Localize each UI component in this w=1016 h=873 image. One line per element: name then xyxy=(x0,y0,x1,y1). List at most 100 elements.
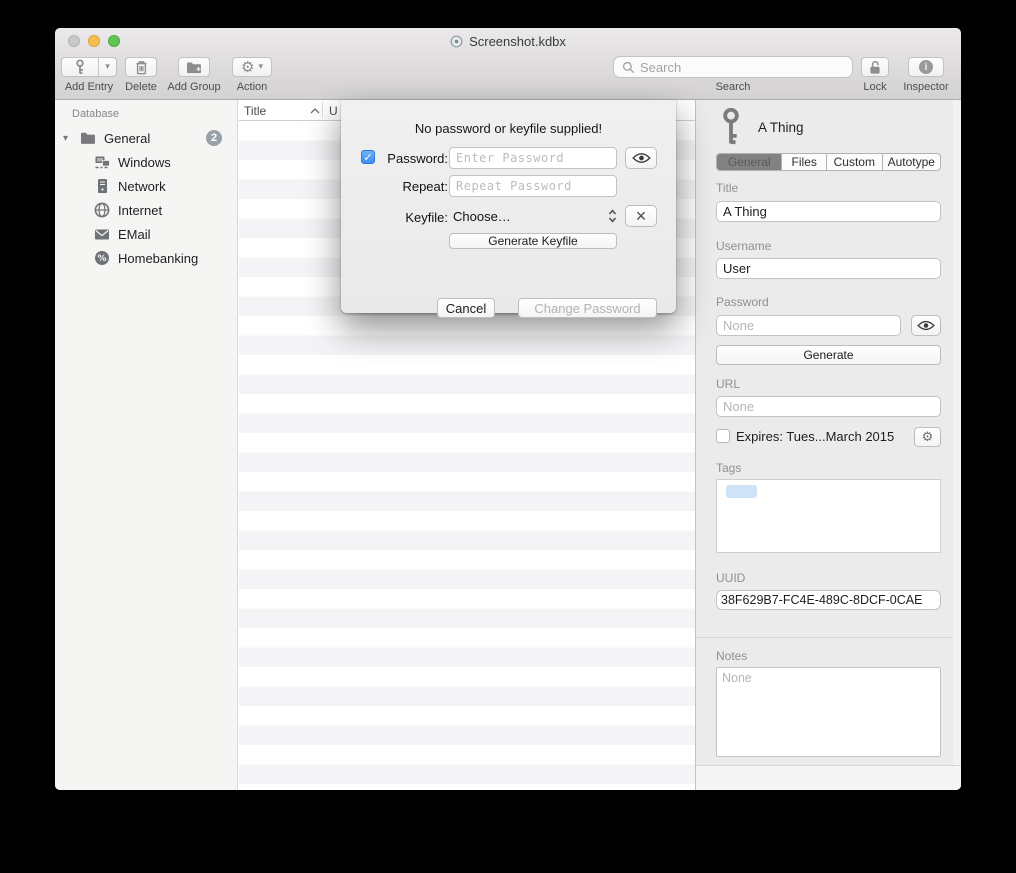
document-proxy-icon xyxy=(450,35,463,48)
sidebar-item-network[interactable]: Network xyxy=(55,176,237,196)
sidebar-item-label: Internet xyxy=(118,203,162,218)
expires-label: Expires: Tues...March 2015 xyxy=(736,429,894,444)
sidebar-item-label: Windows xyxy=(118,155,171,170)
key-icon xyxy=(718,108,744,146)
folder-plus-icon xyxy=(186,61,202,74)
sidebar-item-homebanking[interactable]: % Homebanking xyxy=(55,248,237,268)
password-field-label: Password xyxy=(716,295,769,309)
dialog-keyfile-label: Keyfile: xyxy=(378,210,448,225)
keyfile-popup-value: Choose… xyxy=(449,209,608,224)
tags-field[interactable] xyxy=(716,479,941,553)
action-label: Action xyxy=(232,81,272,93)
stepper-arrows-icon xyxy=(608,208,617,224)
add-group-button[interactable] xyxy=(178,57,210,77)
unlock-icon xyxy=(868,60,882,75)
column-header-username[interactable]: U xyxy=(329,100,338,121)
sort-ascending-icon xyxy=(310,108,320,114)
add-entry-label: Add Entry xyxy=(61,81,117,93)
window-title-area: Screenshot.kdbx xyxy=(55,33,961,49)
tags-label: Tags xyxy=(716,461,741,475)
disclosure-triangle-icon[interactable]: ▾ xyxy=(63,133,68,144)
search-field[interactable] xyxy=(613,56,853,78)
inspector-tabs: General Files Custom Autotype xyxy=(716,153,941,171)
notes-field[interactable] xyxy=(716,667,941,757)
tag-token[interactable] xyxy=(726,485,757,498)
username-field-label: Username xyxy=(716,239,771,253)
title-field-label: Title xyxy=(716,181,738,195)
inspector-panel: A Thing General Files Custom Autotype Ti… xyxy=(695,100,961,790)
info-icon: i xyxy=(919,60,933,74)
notes-label: Notes xyxy=(716,649,747,663)
tab-custom[interactable]: Custom xyxy=(827,154,883,170)
expires-checkbox[interactable] xyxy=(716,429,730,443)
url-field[interactable] xyxy=(716,396,941,417)
inspector-scrollbar-track[interactable] xyxy=(953,100,961,765)
sidebar-item-windows[interactable]: Windows xyxy=(55,152,237,172)
column-header-title[interactable]: Title xyxy=(244,100,266,121)
inspector-button[interactable]: i xyxy=(908,57,944,77)
tab-general[interactable]: General xyxy=(717,154,782,170)
search-input[interactable] xyxy=(640,60,844,75)
chevron-down-icon: ▾ xyxy=(105,63,110,72)
add-entry-button[interactable]: ▾ xyxy=(61,57,117,77)
change-password-button[interactable]: Change Password xyxy=(518,298,657,318)
sidebar-item-label: Homebanking xyxy=(118,251,198,266)
title-field[interactable] xyxy=(716,201,941,222)
dialog-message: No password or keyfile supplied! xyxy=(341,121,676,136)
action-button[interactable]: ⚙ ▾ xyxy=(232,57,272,77)
add-group-label: Add Group xyxy=(163,81,225,93)
gear-icon: ⚙ xyxy=(922,430,934,445)
sidebar-item-internet[interactable]: Internet xyxy=(55,200,237,220)
app-window: Screenshot.kdbx ▾ Add Entry xyxy=(55,28,961,790)
entry-title: A Thing xyxy=(758,120,804,135)
chevron-down-icon: ▾ xyxy=(258,63,263,72)
add-entry-dropdown[interactable]: ▾ xyxy=(99,63,116,72)
sidebar-item-label: EMail xyxy=(118,227,151,242)
username-field[interactable] xyxy=(716,258,941,279)
checkmark-icon: ✓ xyxy=(363,151,372,164)
sidebar: Database ▾ General 2 W xyxy=(55,100,238,790)
server-icon xyxy=(96,178,109,194)
windows-icon xyxy=(94,155,111,170)
trash-icon xyxy=(135,60,148,75)
url-field-label: URL xyxy=(716,377,740,391)
reveal-password-button[interactable] xyxy=(911,315,941,336)
generate-password-button[interactable]: Generate xyxy=(716,345,941,365)
sidebar-item-label: Network xyxy=(118,179,166,194)
eye-icon xyxy=(632,152,651,164)
window-title: Screenshot.kdbx xyxy=(469,34,566,49)
dialog-repeat-label: Repeat: xyxy=(378,179,448,194)
dialog-password-input[interactable] xyxy=(449,147,617,169)
password-field[interactable] xyxy=(716,315,901,336)
lock-button[interactable] xyxy=(861,57,889,77)
tab-autotype[interactable]: Autotype xyxy=(883,154,940,170)
entry-count-badge: 2 xyxy=(206,130,222,146)
dialog-repeat-input[interactable] xyxy=(449,175,617,197)
expires-settings-button[interactable]: ⚙ xyxy=(914,427,941,447)
password-enabled-checkbox[interactable]: ✓ xyxy=(361,150,375,164)
uuid-label: UUID xyxy=(716,571,745,585)
sidebar-group-label: General xyxy=(104,131,150,146)
generate-keyfile-button[interactable]: Generate Keyfile xyxy=(449,233,617,249)
sidebar-group-general[interactable]: ▾ General 2 xyxy=(55,128,237,148)
tab-files[interactable]: Files xyxy=(782,154,827,170)
percent-icon: % xyxy=(94,250,110,266)
change-password-sheet: No password or keyfile supplied! ✓ Passw… xyxy=(341,100,676,313)
keyfile-popup[interactable]: Choose… xyxy=(449,205,617,227)
clear-keyfile-button[interactable]: × xyxy=(625,205,657,227)
delete-label: Delete xyxy=(115,81,167,93)
envelope-icon xyxy=(94,228,110,241)
search-label: Search xyxy=(613,81,853,93)
dialog-reveal-password-button[interactable] xyxy=(625,147,657,169)
cancel-button[interactable]: Cancel xyxy=(437,298,495,318)
sidebar-item-email[interactable]: EMail xyxy=(55,224,237,244)
folder-icon xyxy=(80,131,96,145)
screen: Screenshot.kdbx ▾ Add Entry xyxy=(0,0,1016,873)
globe-icon xyxy=(94,202,110,218)
search-icon xyxy=(622,61,635,74)
uuid-field[interactable] xyxy=(716,590,941,610)
column-divider[interactable] xyxy=(322,102,323,118)
sidebar-section-header: Database xyxy=(72,108,119,120)
delete-button[interactable] xyxy=(125,57,157,77)
divider xyxy=(696,637,961,638)
